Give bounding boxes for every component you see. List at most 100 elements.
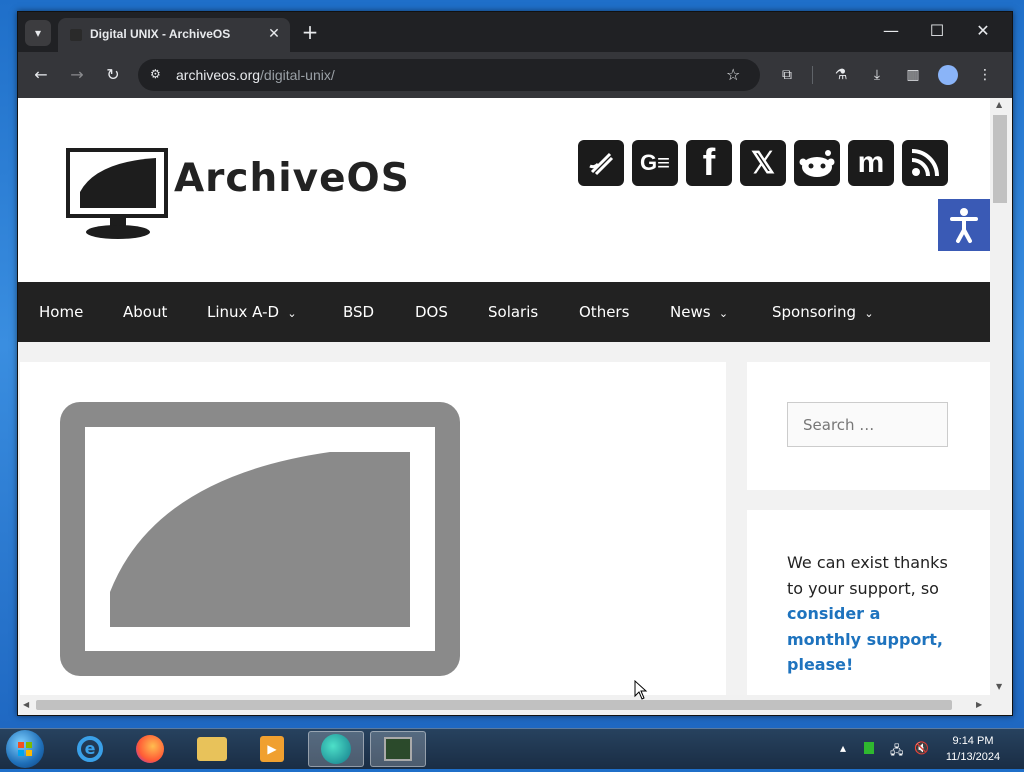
back-button[interactable]: ← bbox=[28, 62, 54, 88]
horizontal-scrollbar[interactable]: ◀ ▶ bbox=[18, 695, 990, 715]
close-window-button[interactable]: ✕ bbox=[960, 16, 1006, 46]
new-tab-button[interactable]: + bbox=[298, 21, 322, 45]
facebook-icon[interactable]: f bbox=[686, 140, 732, 186]
taskbar: e ▶ ▴ 🖧 🔇 9:14 PM 11/13/2024 bbox=[0, 728, 1024, 769]
folder-icon bbox=[197, 737, 227, 761]
nav-about[interactable]: About bbox=[123, 282, 167, 342]
main-content bbox=[20, 362, 726, 715]
nav-dos[interactable]: DOS bbox=[415, 282, 448, 342]
mouse-cursor-icon bbox=[634, 680, 648, 700]
tab-title: Digital UNIX - ArchiveOS bbox=[90, 27, 231, 41]
internet-explorer-icon: e bbox=[77, 736, 103, 762]
browser-app-icon bbox=[321, 734, 351, 764]
nav-news-label: News bbox=[670, 303, 711, 321]
mastodon-label: m bbox=[857, 146, 885, 179]
accessibility-button[interactable] bbox=[938, 199, 990, 251]
rss-icon[interactable] bbox=[902, 140, 948, 186]
nav-news[interactable]: News ⌄ bbox=[670, 282, 728, 342]
url-path: /digital-unix/ bbox=[260, 67, 335, 83]
horizontal-scroll-thumb[interactable] bbox=[36, 700, 952, 710]
x-label: 𝕏 bbox=[750, 146, 776, 180]
reddit-icon[interactable] bbox=[794, 140, 840, 186]
page-viewport: ArchiveOS G≡ f 𝕏 m Home About Linux A-D … bbox=[18, 98, 1012, 715]
mastodon-icon[interactable]: m bbox=[848, 140, 894, 186]
x-icon[interactable]: 𝕏 bbox=[740, 140, 786, 186]
gettr-icon[interactable]: G≡ bbox=[632, 140, 678, 186]
address-bar[interactable]: ⚙ archiveos.org/digital-unix/ ☆ bbox=[138, 59, 760, 91]
start-button[interactable] bbox=[6, 730, 44, 768]
taskbar-task-manager[interactable] bbox=[370, 731, 426, 767]
active-tab[interactable]: Digital UNIX - ArchiveOS ✕ bbox=[58, 18, 290, 52]
nav-sponsoring[interactable]: Sponsoring ⌄ bbox=[772, 282, 874, 342]
nav-linux-a-d[interactable]: Linux A-D ⌄ bbox=[207, 282, 297, 342]
placeholder-screen bbox=[85, 427, 435, 651]
volume-muted-icon[interactable]: 🔇 bbox=[914, 741, 929, 755]
placeholder-image-icon bbox=[110, 452, 410, 627]
url-domain: archiveos.org bbox=[176, 67, 261, 83]
windows-logo-icon bbox=[18, 742, 32, 756]
support-link[interactable]: consider a monthly support, please! bbox=[787, 604, 943, 674]
tab-favicon-icon bbox=[70, 29, 82, 41]
taskbar-media-player[interactable]: ▶ bbox=[244, 731, 300, 767]
show-hidden-icons[interactable]: ▴ bbox=[840, 741, 846, 755]
browser-window: ▾ Digital UNIX - ArchiveOS ✕ + — ☐ ✕ ← →… bbox=[17, 11, 1013, 716]
bookmark-star-icon[interactable]: ☆ bbox=[726, 65, 740, 84]
task-manager-icon bbox=[384, 737, 412, 761]
downloads-icon[interactable]: ⤓ bbox=[866, 64, 888, 86]
chevron-down-icon: ⌄ bbox=[860, 307, 874, 320]
nav-bsd[interactable]: BSD bbox=[343, 282, 374, 342]
support-widget: We can exist thanks to your support, so … bbox=[747, 510, 990, 715]
featured-image-placeholder bbox=[60, 402, 460, 676]
taskbar-ie[interactable]: e bbox=[62, 731, 118, 767]
clock-date: 11/13/2024 bbox=[945, 751, 1001, 763]
clock-time: 9:14 PM bbox=[952, 735, 994, 747]
firefox-icon bbox=[136, 735, 164, 763]
site-logo-text[interactable]: ArchiveOS bbox=[174, 156, 410, 201]
support-text-plain: We can exist thanks to your support, so bbox=[787, 553, 948, 598]
network-icon[interactable]: 🖧 bbox=[890, 741, 903, 762]
chevron-down-icon: ⌄ bbox=[715, 307, 729, 320]
reload-button[interactable]: ↻ bbox=[100, 62, 126, 88]
side-panel-icon[interactable]: ▥ bbox=[902, 64, 924, 86]
scroll-down-icon[interactable]: ▼ bbox=[996, 682, 1002, 691]
nav-solaris[interactable]: Solaris bbox=[488, 282, 538, 342]
nav-home[interactable]: Home bbox=[39, 282, 83, 342]
minimize-button[interactable]: — bbox=[868, 16, 914, 46]
scrollbar-corner bbox=[990, 695, 1012, 715]
tab-bar: ▾ Digital UNIX - ArchiveOS ✕ + — ☐ ✕ bbox=[18, 12, 1012, 52]
vertical-scroll-thumb[interactable] bbox=[993, 115, 1007, 203]
monitor-logo-icon[interactable] bbox=[66, 148, 170, 240]
accessibility-icon bbox=[950, 208, 978, 243]
scroll-right-icon[interactable]: ▶ bbox=[976, 700, 982, 709]
nav-sponsoring-label: Sponsoring bbox=[772, 303, 857, 321]
steam-icon[interactable] bbox=[578, 140, 624, 186]
nav-linux-a-d-label: Linux A-D bbox=[207, 303, 280, 321]
search-widget: Search … bbox=[747, 362, 990, 490]
media-player-icon: ▶ bbox=[260, 736, 284, 762]
menu-dots-icon[interactable]: ⋮ bbox=[974, 64, 996, 86]
profile-avatar-icon[interactable] bbox=[938, 65, 958, 85]
labs-flask-icon[interactable]: ⚗ bbox=[830, 64, 852, 86]
tray-app-icon[interactable] bbox=[864, 742, 874, 754]
toolbar-divider bbox=[812, 66, 813, 84]
vertical-scrollbar[interactable]: ▲ ▼ bbox=[990, 98, 1012, 695]
extensions-icon[interactable]: ⧉ bbox=[776, 64, 798, 86]
browser-toolbar: ← → ↻ ⚙ archiveos.org/digital-unix/ ☆ ⧉ … bbox=[18, 52, 1012, 98]
site-header: ArchiveOS G≡ f 𝕏 m bbox=[18, 98, 990, 282]
tab-search-button[interactable]: ▾ bbox=[25, 20, 51, 46]
url-text: archiveos.org/digital-unix/ bbox=[176, 67, 335, 83]
nav-others[interactable]: Others bbox=[579, 282, 629, 342]
taskbar-browser[interactable] bbox=[308, 731, 364, 767]
support-text: We can exist thanks to your support, so … bbox=[787, 550, 957, 678]
search-input[interactable]: Search … bbox=[787, 402, 948, 447]
facebook-label: f bbox=[702, 141, 716, 184]
maximize-button[interactable]: ☐ bbox=[914, 16, 960, 46]
scroll-up-icon[interactable]: ▲ bbox=[996, 100, 1002, 109]
tab-close-icon[interactable]: ✕ bbox=[264, 24, 284, 44]
taskbar-firefox[interactable] bbox=[122, 731, 178, 767]
scroll-left-icon[interactable]: ◀ bbox=[23, 700, 29, 709]
site-info-icon[interactable]: ⚙ bbox=[150, 67, 161, 81]
taskbar-explorer[interactable] bbox=[184, 731, 240, 767]
system-clock[interactable]: 9:14 PM 11/13/2024 bbox=[938, 733, 1008, 765]
forward-button[interactable]: → bbox=[64, 62, 90, 88]
